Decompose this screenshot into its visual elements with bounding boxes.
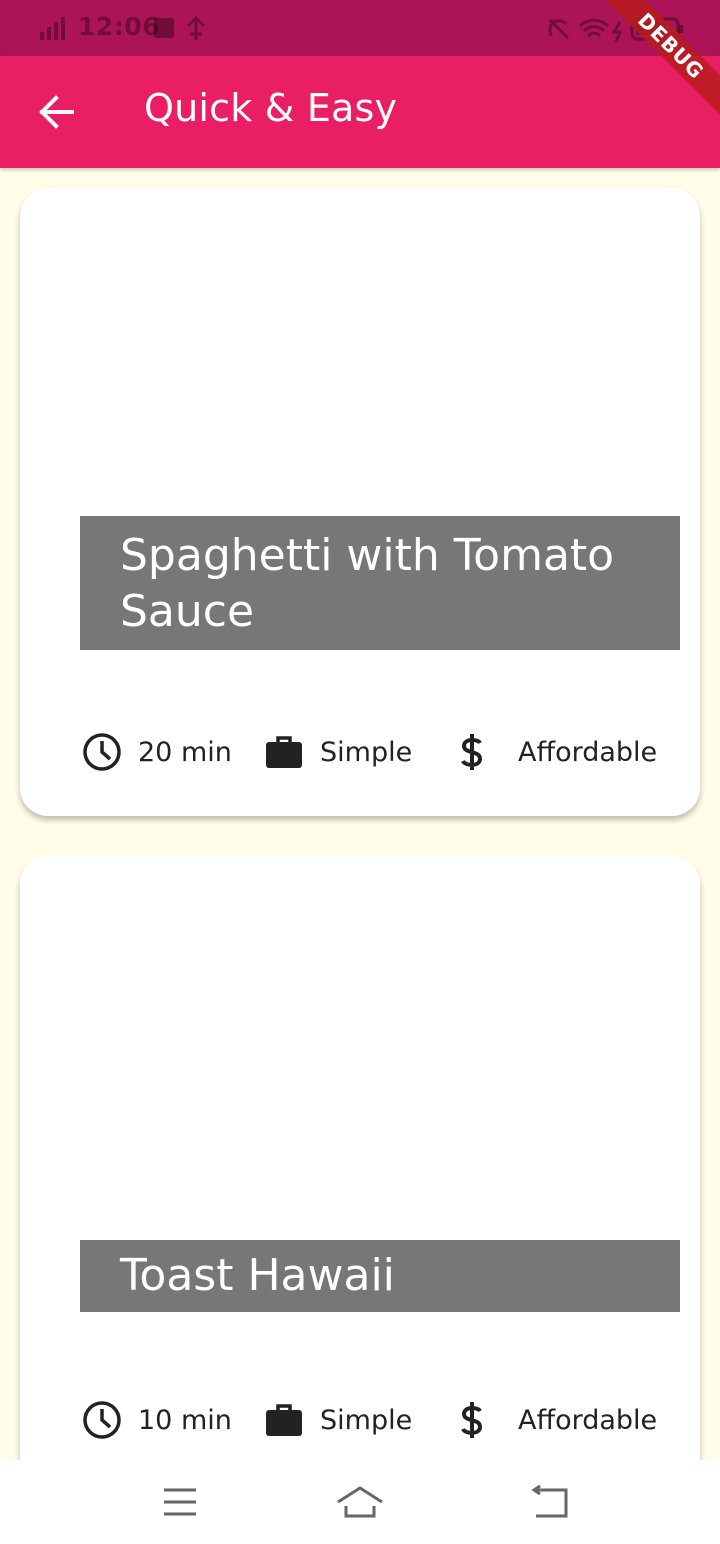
page-title: Quick & Easy [144, 86, 398, 130]
meal-title: Spaghetti with Tomato Sauce [120, 530, 615, 637]
meal-title-overlay: Spaghetti with Tomato Sauce [80, 516, 680, 650]
status-bar: 12:06 [0, 0, 720, 56]
meal-affordability: Affordable [450, 730, 657, 774]
meal-meta-row: 10 min Simple Affordable [80, 1398, 680, 1442]
meal-complexity: Simple [262, 730, 412, 774]
dollar-icon [450, 730, 494, 774]
duration-label: 10 min [138, 1404, 232, 1436]
affordability-label: Affordable [518, 736, 658, 768]
meal-title-overlay: Toast Hawaii [80, 1240, 680, 1312]
meal-title: Toast Hawaii [120, 1250, 395, 1301]
status-time: 12:06 [78, 12, 161, 41]
briefcase-icon [262, 730, 306, 774]
clock-icon [80, 730, 124, 774]
complexity-label: Simple [320, 736, 413, 768]
duration-label: 20 min [138, 736, 232, 768]
home-button[interactable] [330, 1478, 390, 1526]
dollar-icon [450, 1398, 494, 1442]
arrow-left-icon [39, 95, 74, 129]
menu-icon [164, 1488, 196, 1516]
system-nav-bar [0, 1460, 720, 1544]
meal-duration: 20 min [80, 730, 232, 774]
signal-icon [40, 17, 65, 40]
menu-button[interactable] [150, 1478, 210, 1526]
back-nav-button[interactable] [518, 1478, 578, 1526]
back-icon [531, 1484, 568, 1518]
wifi-icon [548, 17, 683, 43]
meal-affordability: Affordable [450, 1398, 657, 1442]
meal-complexity: Simple [262, 1398, 412, 1442]
notification-icon [154, 16, 206, 40]
back-button[interactable] [28, 84, 84, 140]
affordability-label: Affordable [518, 1404, 658, 1436]
meal-duration: 10 min [80, 1398, 232, 1442]
home-icon [337, 1486, 383, 1518]
meal-card[interactable]: Spaghetti with Tomato Sauce 20 min Simpl… [20, 188, 700, 816]
app-bar: Quick & Easy [0, 56, 720, 168]
meal-meta-row: 20 min Simple Affordable [80, 730, 680, 774]
meal-card[interactable]: Toast Hawaii 10 min Simple Affordable [20, 856, 700, 1484]
briefcase-icon [262, 1398, 306, 1442]
complexity-label: Simple [320, 1404, 413, 1436]
clock-icon [80, 1398, 124, 1442]
